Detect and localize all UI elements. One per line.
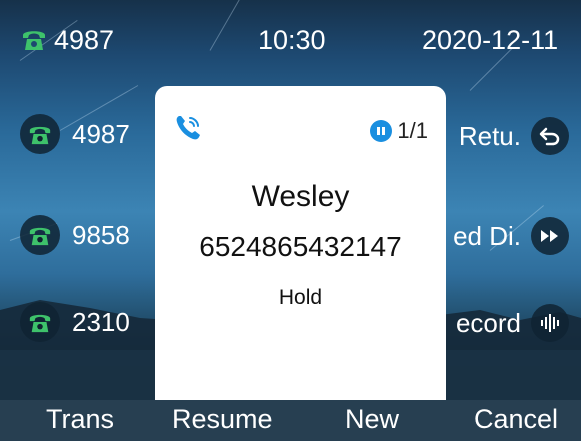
line-key-3[interactable]: 2310 xyxy=(20,301,130,343)
softkey-bar: Trans Resume New Cancel xyxy=(0,400,581,441)
line-icon-badge xyxy=(20,114,60,154)
softkey-new[interactable]: New xyxy=(345,404,399,435)
caller-number: 6524865432147 xyxy=(199,231,402,262)
line-key-1[interactable]: 4987 xyxy=(20,113,130,155)
line-key-label: 4987 xyxy=(72,118,130,149)
caller-name: Wesley xyxy=(251,180,350,213)
call-status: Hold xyxy=(278,286,323,309)
fast-forward-icon xyxy=(531,217,569,255)
phone-handset-icon xyxy=(23,31,45,50)
phone-screen: 4987 10:30 2020-12-11 4987 9858 2310 Ret… xyxy=(0,0,581,441)
phone-handset-icon xyxy=(29,314,51,333)
call-count-text: 1/1 xyxy=(397,118,428,143)
line-key-2[interactable]: 9858 xyxy=(20,214,130,256)
call-counter: 1/1 xyxy=(370,118,428,144)
speed-dial-key[interactable]: ed Di. xyxy=(453,215,569,257)
line-key-label: 9858 xyxy=(72,219,130,250)
line-icon-badge xyxy=(20,215,60,255)
line-icon-badge xyxy=(20,302,60,342)
softkey-resume[interactable]: Resume xyxy=(172,404,273,435)
softkey-transfer[interactable]: Trans xyxy=(46,404,114,435)
date-display: 2020-12-11 xyxy=(422,25,559,55)
phone-handset-icon xyxy=(29,227,51,246)
return-key-label: Retu. xyxy=(458,120,521,151)
call-popup: 1/1 Wesley 6524865432147 Hold xyxy=(155,86,446,400)
return-key[interactable]: Retu. xyxy=(459,115,569,157)
return-icon xyxy=(531,117,569,155)
phone-handset-icon xyxy=(29,126,51,145)
pause-icon xyxy=(370,120,393,142)
line-key-label: 2310 xyxy=(72,306,130,337)
account-number: 4987 xyxy=(54,25,115,55)
status-bar: 4987 10:30 2020-12-11 xyxy=(0,0,581,82)
voice-wave-icon xyxy=(531,304,569,342)
speed-dial-key-label: ed Di. xyxy=(453,220,521,251)
call-hold-icon xyxy=(176,116,200,140)
record-key-label: ecord xyxy=(455,307,521,338)
clock-time: 10:30 xyxy=(258,25,326,55)
record-key[interactable]: ecord xyxy=(456,302,569,344)
softkey-cancel[interactable]: Cancel xyxy=(474,404,558,435)
